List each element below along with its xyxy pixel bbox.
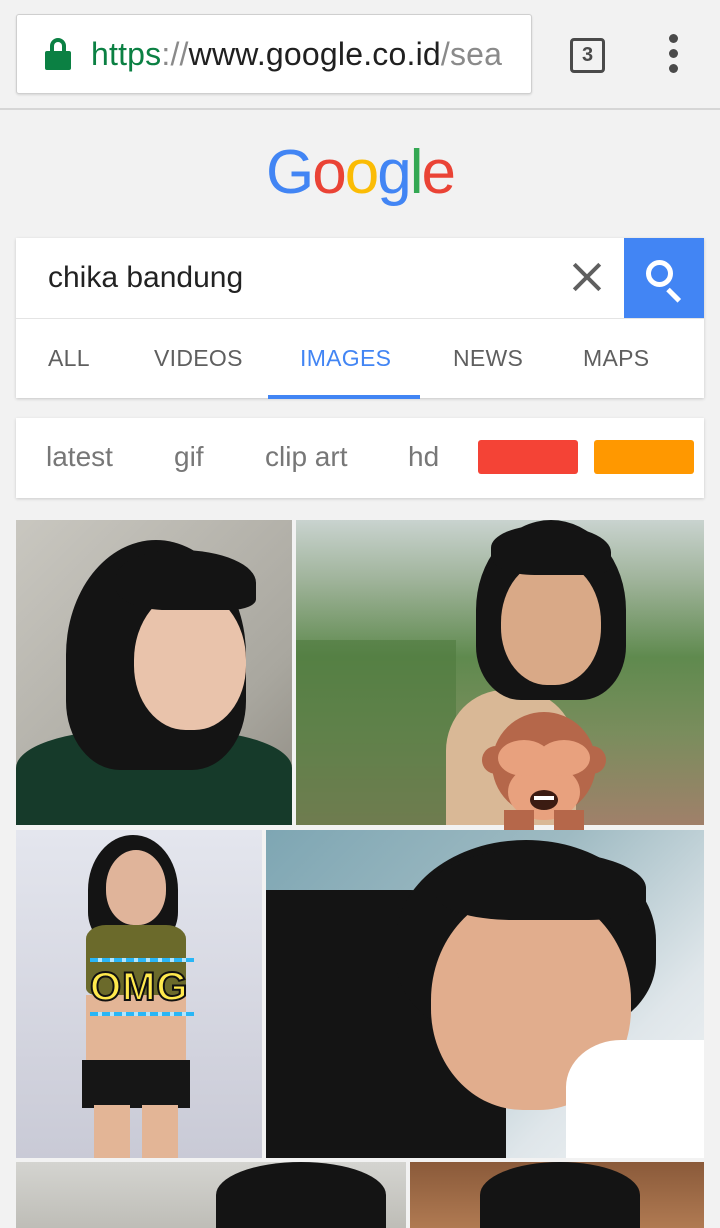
chip-color-orange[interactable] <box>594 440 694 474</box>
chip-gif[interactable]: gif <box>174 418 204 498</box>
chip-latest[interactable]: latest <box>46 418 113 498</box>
image-results-grid: OMG <box>0 520 720 1228</box>
google-logo[interactable]: Google <box>0 135 720 211</box>
url-path: /sea <box>440 35 503 72</box>
refinement-chips: latest gif clip art hd <box>16 418 704 498</box>
active-tab-indicator <box>268 395 420 399</box>
sticker-wave <box>90 1012 194 1016</box>
image-result[interactable] <box>16 520 292 825</box>
image-result[interactable] <box>266 830 704 1158</box>
logo-letter: o <box>344 138 380 207</box>
tab-switcher-button[interactable]: 3 <box>570 38 605 73</box>
lock-icon <box>45 38 71 70</box>
image-result[interactable] <box>16 1162 406 1228</box>
search-button[interactable] <box>624 238 704 318</box>
browser-toolbar: https://www.google.co.id/sea 3 <box>0 0 720 110</box>
logo-letter: o <box>312 138 347 207</box>
search-icon <box>646 260 684 303</box>
overflow-menu-icon[interactable] <box>664 34 684 74</box>
search-card: chika bandung ALL VIDEOS IMAGES NEWS MAP… <box>16 238 704 399</box>
logo-letter: G <box>266 138 314 207</box>
address-bar[interactable]: https://www.google.co.id/sea <box>16 14 532 94</box>
url-separator: :// <box>161 35 189 72</box>
chip-clip-art[interactable]: clip art <box>265 418 347 498</box>
tab-images[interactable]: IMAGES <box>300 319 391 399</box>
search-input[interactable]: chika bandung <box>48 238 548 318</box>
logo-letter: l <box>409 138 424 207</box>
logo-letter: e <box>421 138 456 207</box>
url-host: www.google.co.id <box>188 35 441 72</box>
tab-videos[interactable]: VIDEOS <box>154 319 243 399</box>
tab-all[interactable]: ALL <box>48 319 90 399</box>
clear-icon[interactable] <box>572 262 602 292</box>
tab-news[interactable]: NEWS <box>453 319 523 399</box>
sticker-wave <box>90 958 194 962</box>
see-no-evil-monkey-icon <box>482 712 606 840</box>
tab-maps[interactable]: MAPS <box>583 319 649 399</box>
omg-sticker: OMG <box>89 964 189 1010</box>
image-result[interactable] <box>410 1162 704 1228</box>
url-text[interactable]: https://www.google.co.id/sea <box>91 36 502 73</box>
chip-hd[interactable]: hd <box>408 418 439 498</box>
search-tabs: ALL VIDEOS IMAGES NEWS MAPS <box>16 318 704 399</box>
chip-color-red[interactable] <box>478 440 578 474</box>
logo-letter: g <box>377 138 412 207</box>
url-scheme: https <box>91 35 162 72</box>
